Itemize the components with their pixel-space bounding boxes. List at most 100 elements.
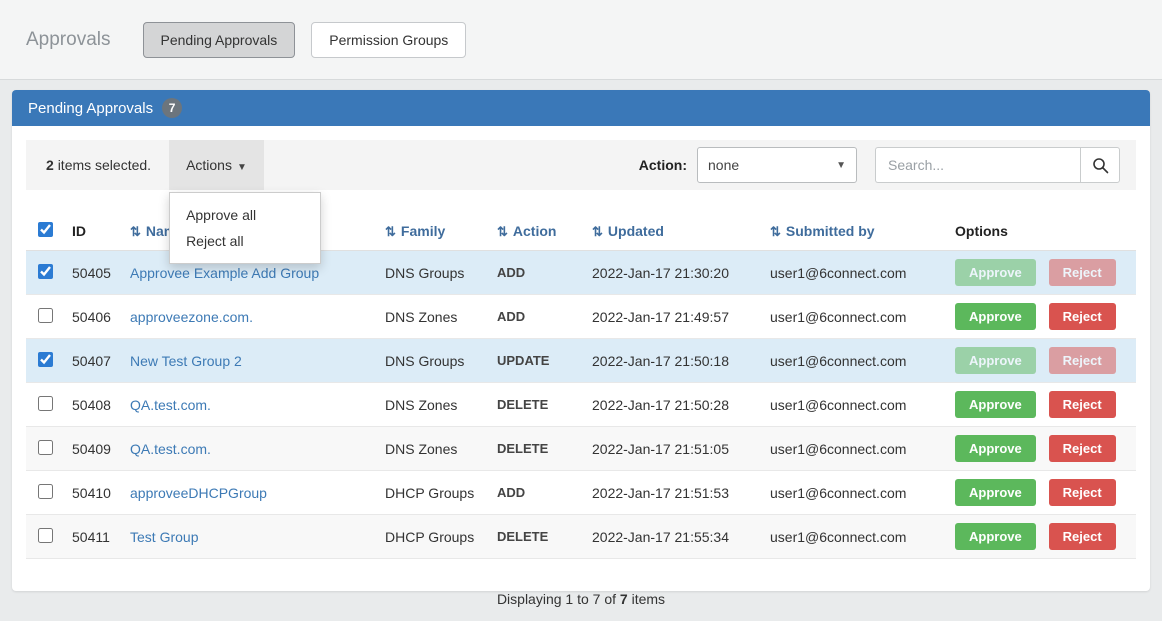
- col-submitted-by[interactable]: ⇅Submitted by: [762, 212, 947, 251]
- col-action[interactable]: ⇅Action: [489, 212, 584, 251]
- row-id: 50405: [64, 251, 122, 295]
- row-updated: 2022-Jan-17 21:49:57: [584, 295, 762, 339]
- action-label: Action:: [639, 157, 687, 173]
- search-group: [875, 147, 1120, 183]
- row-updated: 2022-Jan-17 21:55:34: [584, 515, 762, 559]
- reject-button[interactable]: Reject: [1049, 391, 1116, 418]
- reject-button[interactable]: Reject: [1049, 479, 1116, 506]
- row-checkbox[interactable]: [38, 440, 53, 455]
- caret-down-icon: ▼: [237, 162, 247, 173]
- pagination-total: 7: [620, 591, 628, 607]
- actions-dropdown-wrap: Actions▼ Approve all Reject all: [169, 140, 264, 190]
- search-input[interactable]: [875, 147, 1080, 183]
- table-row: 50411 Test Group DHCP Groups DELETE 2022…: [26, 515, 1136, 559]
- row-action: ADD: [489, 471, 584, 515]
- col-options: Options: [947, 212, 1136, 251]
- menu-item-approve-all[interactable]: Approve all: [170, 202, 320, 228]
- approve-button[interactable]: Approve: [955, 391, 1036, 418]
- row-action: ADD: [489, 295, 584, 339]
- row-family: DNS Zones: [377, 427, 489, 471]
- sort-icon: ⇅: [130, 224, 141, 239]
- row-id: 50411: [64, 515, 122, 559]
- table-body: 50405 Approvee Example Add Group DNS Gro…: [26, 251, 1136, 559]
- row-action: ADD: [489, 251, 584, 295]
- row-checkbox[interactable]: [38, 396, 53, 411]
- pending-approvals-panel: Pending Approvals 7 2 items selected. Ac…: [12, 90, 1150, 591]
- row-action: DELETE: [489, 515, 584, 559]
- row-name-link[interactable]: QA.test.com.: [130, 397, 211, 413]
- row-submitted-by: user1@6connect.com: [762, 427, 947, 471]
- row-action: DELETE: [489, 427, 584, 471]
- approve-button[interactable]: Approve: [955, 523, 1036, 550]
- row-name-link[interactable]: Approvee Example Add Group: [130, 265, 319, 281]
- row-name-link[interactable]: New Test Group 2: [130, 353, 242, 369]
- reject-button[interactable]: Reject: [1049, 435, 1116, 462]
- page-title: Approvals: [26, 29, 111, 51]
- reject-button[interactable]: Reject: [1049, 303, 1116, 330]
- actions-button[interactable]: Actions▼: [169, 140, 264, 190]
- row-updated: 2022-Jan-17 21:50:28: [584, 383, 762, 427]
- action-select-value: none: [708, 157, 739, 173]
- row-checkbox[interactable]: [38, 484, 53, 499]
- col-family[interactable]: ⇅Family: [377, 212, 489, 251]
- search-button[interactable]: [1080, 147, 1120, 183]
- pagination-status: Displaying 1 to 7 of 7 items: [26, 591, 1136, 607]
- row-name-link[interactable]: Test Group: [130, 529, 198, 545]
- table-row: 50408 QA.test.com. DNS Zones DELETE 2022…: [26, 383, 1136, 427]
- panel-title: Pending Approvals: [28, 100, 153, 117]
- reject-button[interactable]: Reject: [1049, 523, 1116, 550]
- row-checkbox[interactable]: [38, 528, 53, 543]
- row-name-link[interactable]: QA.test.com.: [130, 441, 211, 457]
- row-submitted-by: user1@6connect.com: [762, 295, 947, 339]
- col-updated[interactable]: ⇅Updated: [584, 212, 762, 251]
- reject-button[interactable]: Reject: [1049, 347, 1116, 374]
- row-action: UPDATE: [489, 339, 584, 383]
- sort-icon: ⇅: [592, 224, 603, 239]
- row-checkbox[interactable]: [38, 308, 53, 323]
- row-id: 50409: [64, 427, 122, 471]
- row-submitted-by: user1@6connect.com: [762, 339, 947, 383]
- row-family: DNS Groups: [377, 339, 489, 383]
- approve-button[interactable]: Approve: [955, 479, 1036, 506]
- approve-button[interactable]: Approve: [955, 347, 1036, 374]
- pagination-prefix: Displaying 1 to 7 of: [497, 591, 620, 607]
- toolbar-right: Action: none ▼: [639, 147, 1136, 183]
- tab-permission-groups[interactable]: Permission Groups: [311, 22, 466, 58]
- panel-body: 2 items selected. Actions▼ Approve all R…: [12, 126, 1150, 621]
- action-select[interactable]: none ▼: [697, 147, 857, 183]
- approve-button[interactable]: Approve: [955, 435, 1036, 462]
- row-family: DHCP Groups: [377, 515, 489, 559]
- tab-pending-approvals[interactable]: Pending Approvals: [143, 22, 296, 58]
- row-updated: 2022-Jan-17 21:51:53: [584, 471, 762, 515]
- row-checkbox[interactable]: [38, 352, 53, 367]
- selected-label: items selected.: [58, 157, 151, 173]
- table-row: 50409 QA.test.com. DNS Zones DELETE 2022…: [26, 427, 1136, 471]
- sort-icon: ⇅: [497, 224, 508, 239]
- sort-icon: ⇅: [770, 224, 781, 239]
- menu-item-reject-all[interactable]: Reject all: [170, 228, 320, 254]
- row-id: 50410: [64, 471, 122, 515]
- approve-button[interactable]: Approve: [955, 303, 1036, 330]
- panel-header: Pending Approvals 7: [12, 90, 1150, 126]
- row-checkbox[interactable]: [38, 264, 53, 279]
- toolbar: 2 items selected. Actions▼ Approve all R…: [26, 140, 1136, 190]
- row-updated: 2022-Jan-17 21:51:05: [584, 427, 762, 471]
- row-name-link[interactable]: approveezone.com.: [130, 309, 253, 325]
- row-name-link[interactable]: approveeDHCPGroup: [130, 485, 267, 501]
- sort-icon: ⇅: [385, 224, 396, 239]
- selected-count: 2: [46, 157, 54, 173]
- selected-info: 2 items selected.: [26, 157, 169, 173]
- table-row: 50410 approveeDHCPGroup DHCP Groups ADD …: [26, 471, 1136, 515]
- row-family: DNS Zones: [377, 295, 489, 339]
- row-family: DHCP Groups: [377, 471, 489, 515]
- reject-button[interactable]: Reject: [1049, 259, 1116, 286]
- row-submitted-by: user1@6connect.com: [762, 471, 947, 515]
- top-bar: Approvals Pending Approvals Permission G…: [0, 0, 1162, 80]
- actions-menu: Approve all Reject all: [169, 192, 321, 264]
- row-id: 50406: [64, 295, 122, 339]
- approve-button[interactable]: Approve: [955, 259, 1036, 286]
- search-icon: [1092, 157, 1109, 174]
- select-all-checkbox[interactable]: [38, 222, 53, 237]
- row-family: DNS Groups: [377, 251, 489, 295]
- row-submitted-by: user1@6connect.com: [762, 383, 947, 427]
